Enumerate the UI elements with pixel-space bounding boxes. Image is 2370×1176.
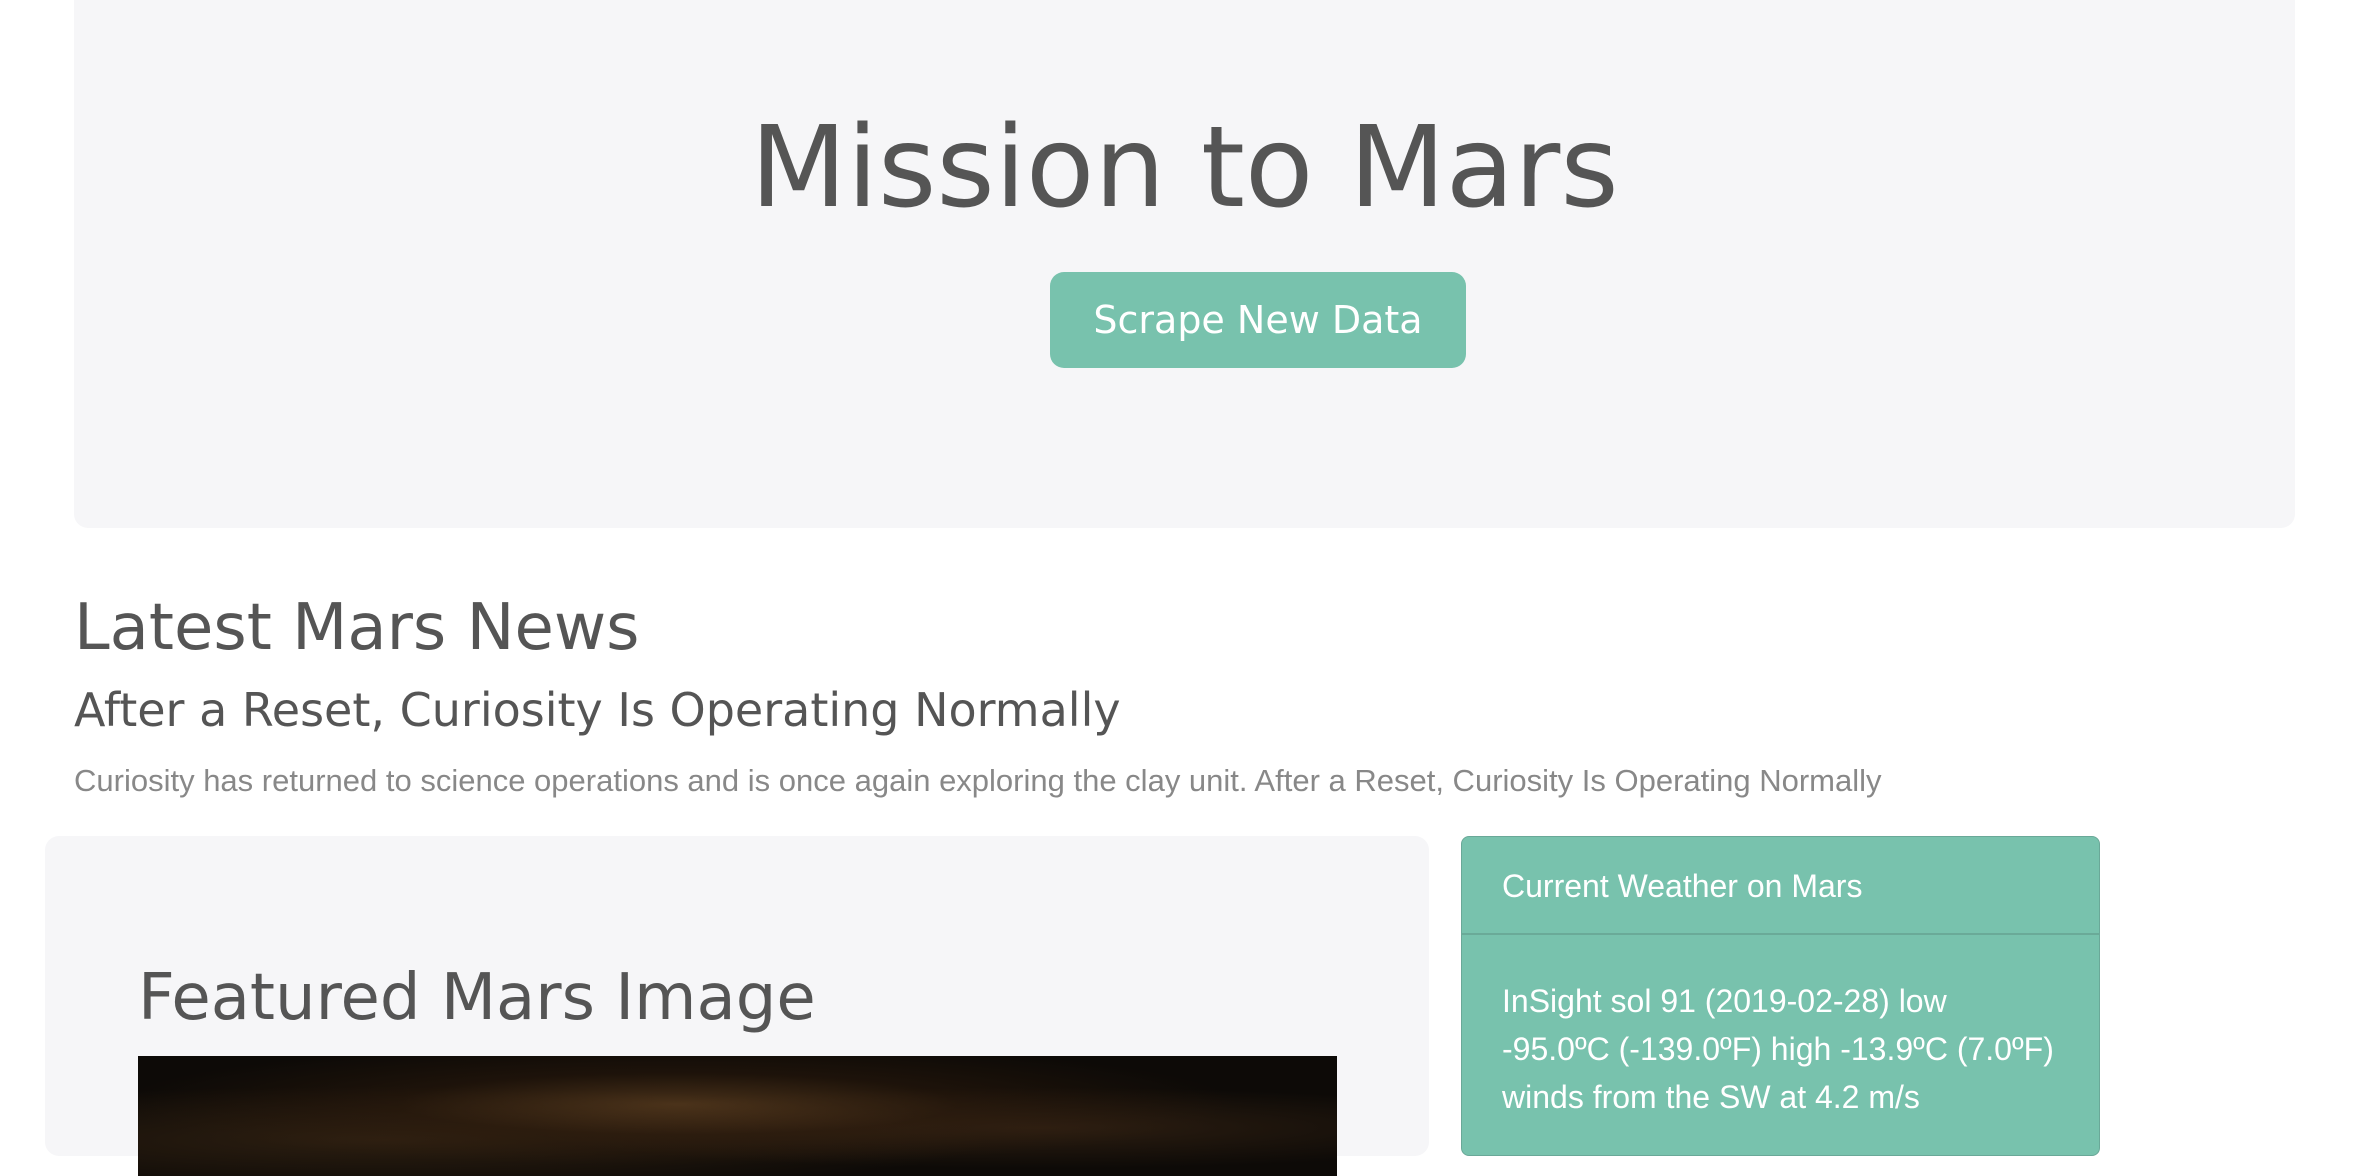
weather-card-header: Current Weather on Mars bbox=[1462, 837, 2099, 935]
weather-text: InSight sol 91 (2019-02-28) low -95.0ºC … bbox=[1502, 983, 2054, 1115]
featured-image-card: Featured Mars Image bbox=[45, 836, 1429, 1176]
jumbotron: Mission to Mars Scrape New Data bbox=[74, 0, 2295, 528]
page-title: Mission to Mars bbox=[750, 103, 1619, 233]
scrape-new-data-button[interactable]: Scrape New Data bbox=[1050, 272, 1466, 368]
featured-image-heading: Featured Mars Image bbox=[138, 961, 816, 1035]
news-section-heading: Latest Mars News bbox=[74, 591, 640, 665]
featured-mars-image bbox=[138, 1056, 1337, 1176]
news-title: After a Reset, Curiosity Is Operating No… bbox=[74, 683, 1121, 737]
news-teaser: Curiosity has returned to science operat… bbox=[74, 763, 1882, 798]
weather-card: Current Weather on Mars InSight sol 91 (… bbox=[1461, 836, 2100, 1156]
